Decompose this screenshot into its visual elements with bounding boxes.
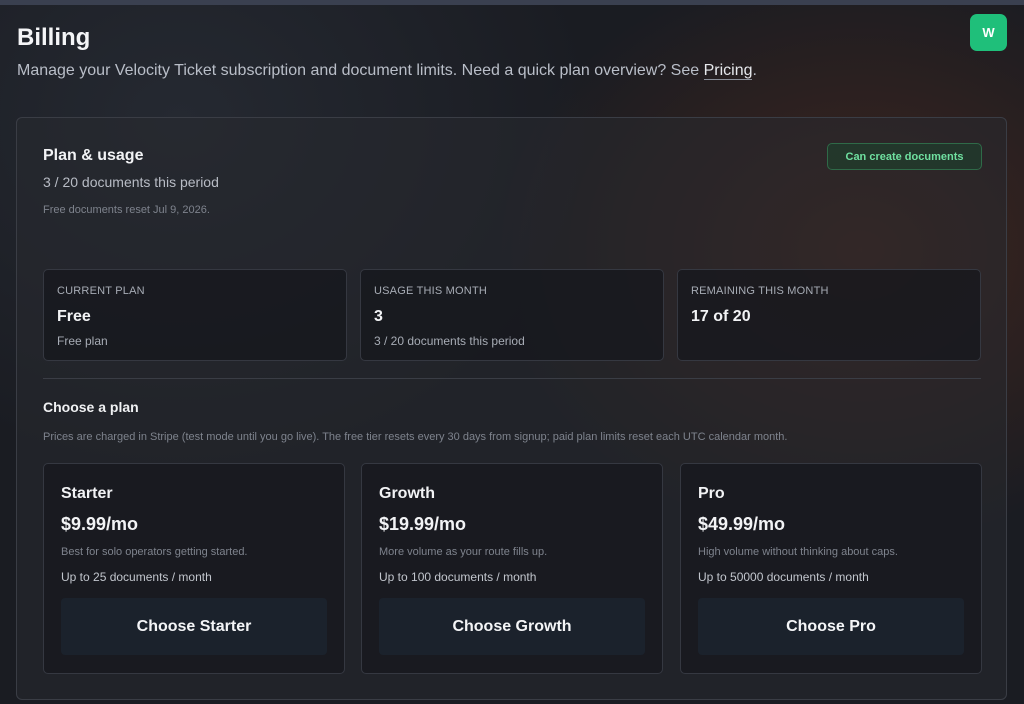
usage-summary: 3 / 20 documents this period bbox=[43, 174, 219, 190]
billing-panel: Plan & usage 3 / 20 documents this perio… bbox=[16, 117, 1007, 700]
plan-description: More volume as your route fills up. bbox=[379, 546, 548, 558]
stat-label: REMAINING THIS MONTH bbox=[691, 285, 829, 297]
choose-growth-button[interactable]: Choose Growth bbox=[379, 598, 645, 655]
plan-card-pro: Pro $49.99/mo High volume without thinki… bbox=[680, 463, 982, 674]
stat-label: USAGE THIS MONTH bbox=[374, 285, 488, 297]
stat-card-usage: USAGE THIS MONTH 3 3 / 20 documents this… bbox=[360, 269, 664, 361]
plan-description: Best for solo operators getting started. bbox=[61, 546, 248, 558]
subtitle-end: . bbox=[752, 62, 757, 79]
plan-card-growth: Growth $19.99/mo More volume as your rou… bbox=[361, 463, 663, 674]
plan-limit: Up to 100 documents / month bbox=[379, 570, 537, 584]
choose-pro-button[interactable]: Choose Pro bbox=[698, 598, 964, 655]
reset-note: Free documents reset Jul 9, 2026. bbox=[43, 204, 210, 216]
user-avatar[interactable]: W bbox=[970, 14, 1007, 51]
pricing-note: Prices are charged in Stripe (test mode … bbox=[43, 431, 788, 443]
plan-limit: Up to 50000 documents / month bbox=[698, 570, 869, 584]
stat-value: 17 of 20 bbox=[691, 308, 751, 325]
choose-plan-title: Choose a plan bbox=[43, 399, 139, 415]
stat-value: 3 bbox=[374, 308, 383, 325]
plan-price: $9.99/mo bbox=[61, 514, 139, 534]
plan-usage-title: Plan & usage bbox=[43, 147, 144, 164]
pricing-link[interactable]: Pricing bbox=[703, 62, 753, 80]
plan-description: High volume without thinking about caps. bbox=[698, 546, 898, 558]
page-subtitle: Manage your Velocity Ticket subscription… bbox=[17, 62, 757, 80]
plan-price: $49.99/mo bbox=[698, 514, 786, 534]
plan-name: Pro bbox=[698, 485, 725, 502]
stat-sub: Free plan bbox=[57, 334, 108, 348]
stat-value: Free bbox=[57, 308, 91, 325]
plan-name: Growth bbox=[379, 485, 435, 502]
stat-card-current-plan: CURRENT PLAN Free Free plan bbox=[43, 269, 347, 361]
section-divider bbox=[43, 378, 981, 379]
stat-label: CURRENT PLAN bbox=[57, 285, 145, 297]
plan-name: Starter bbox=[61, 485, 113, 502]
page-title: Billing bbox=[17, 24, 91, 51]
plan-price: $19.99/mo bbox=[379, 514, 467, 534]
stat-card-remaining: REMAINING THIS MONTH 17 of 20 bbox=[677, 269, 981, 361]
stat-sub: 3 / 20 documents this period bbox=[374, 334, 525, 348]
plan-limit: Up to 25 documents / month bbox=[61, 570, 212, 584]
choose-starter-button[interactable]: Choose Starter bbox=[61, 598, 327, 655]
plan-card-starter: Starter $9.99/mo Best for solo operators… bbox=[43, 463, 345, 674]
top-accent-line bbox=[0, 0, 1024, 5]
status-badge: Can create documents bbox=[827, 143, 982, 170]
subtitle-text: Manage your Velocity Ticket subscription… bbox=[17, 62, 704, 79]
